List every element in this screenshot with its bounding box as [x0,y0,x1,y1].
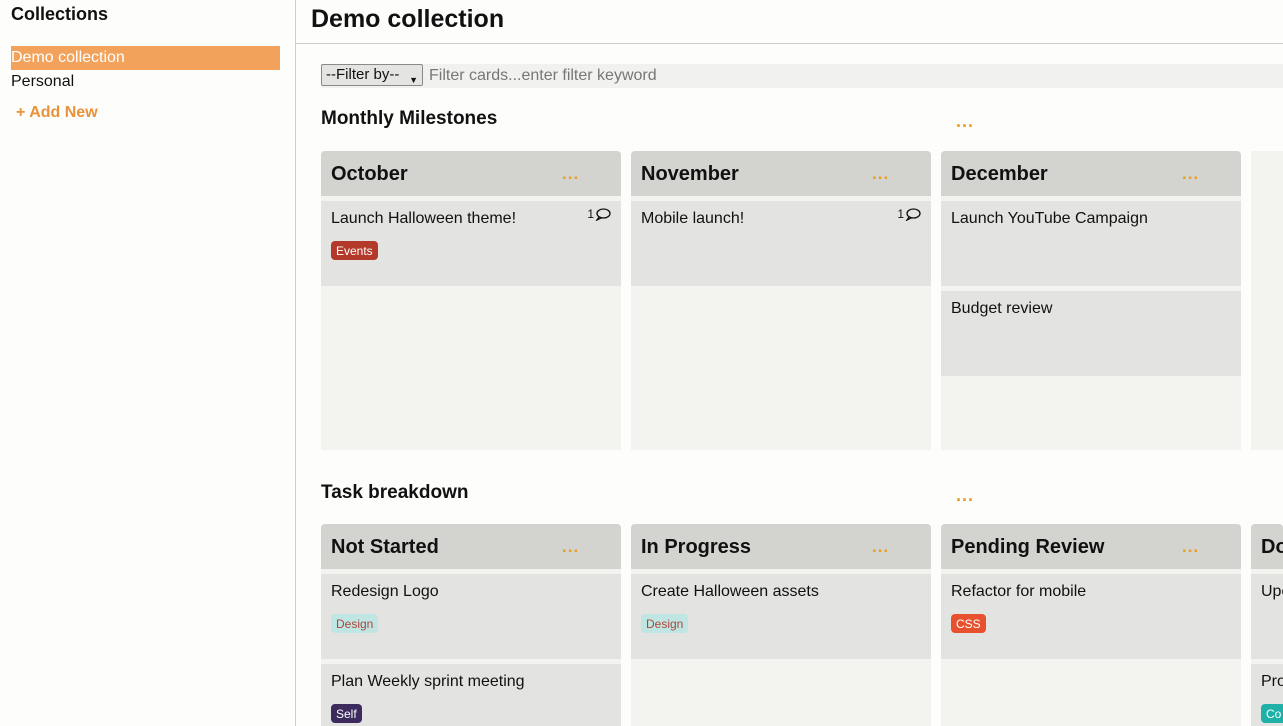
card[interactable]: Upo [1251,574,1283,659]
list-partial [1251,151,1283,450]
card[interactable]: Launch YouTube Campaign [941,201,1241,286]
list-title: November [641,163,739,185]
comment-icon [595,207,611,221]
card-label: Co [1261,704,1283,723]
list-menu-button[interactable]: ... [872,537,889,557]
sidebar-item-demo-collection[interactable]: Demo collection [11,46,280,70]
card[interactable]: Launch Halloween theme! 1 Events [321,201,621,286]
card-comment-count: 1 [897,207,921,221]
card-title: Mobile launch! [641,210,745,227]
card-label: Self [331,704,362,723]
dropdown-arrow-icon: ▼ [409,75,418,85]
card[interactable]: Budget review [941,291,1241,376]
list-header: October ... [321,151,621,196]
board-menu-button[interactable]: ... [956,111,974,132]
list-pending-review: Pending Review ... Refactor for mobile C… [941,524,1241,726]
card-title: Redesign Logo [331,583,439,600]
list-title: Not Started [331,536,439,558]
card-label: Events [331,241,378,260]
comment-count: 1 [587,207,594,221]
card-title: Refactor for mobile [951,583,1087,600]
sidebar-item-personal[interactable]: Personal [11,70,280,94]
list-menu-button[interactable]: ... [562,164,579,184]
card[interactable]: Refactor for mobile CSS [941,574,1241,659]
board-title-task-breakdown: Task breakdown [321,482,469,503]
sidebar: Collections Demo collection Personal + A… [0,0,296,726]
list-header: Do [1251,524,1283,569]
list-title: Do [1261,536,1283,558]
title-divider [296,43,1283,44]
card-label: Design [641,614,689,633]
card-title: Plan Weekly sprint meeting [331,673,525,690]
card[interactable]: Create Halloween assets Design [631,574,931,659]
comment-count: 1 [897,207,904,221]
list-menu-button[interactable]: ... [562,537,579,557]
page-title: Demo collection [311,5,505,33]
card-title: Pro [1261,673,1283,690]
list-menu-button[interactable]: ... [1182,537,1199,557]
card-comment-count: 1 [587,207,611,221]
list-november: November ... Mobile launch! 1 [631,151,931,450]
card[interactable]: Plan Weekly sprint meeting Self [321,664,621,726]
list-title: October [331,163,408,185]
board-title-monthly-milestones: Monthly Milestones [321,108,498,129]
list-header: December ... [941,151,1241,196]
list-not-started: Not Started ... Redesign Logo Design Pla… [321,524,621,726]
list-header: November ... [631,151,931,196]
filter-by-select[interactable]: --Filter by-- ▼ [321,64,423,86]
card[interactable]: Pro Co [1251,664,1283,726]
comment-icon [905,207,921,221]
list-header: Not Started ... [321,524,621,569]
filter-cards-input[interactable] [429,64,1029,88]
card-title: Launch Halloween theme! [331,210,517,227]
list-december: December ... Launch YouTube Campaign Bud… [941,151,1241,450]
sidebar-title: Collections [11,4,109,24]
list-october: October ... Launch Halloween theme! 1 Ev… [321,151,621,450]
list-title: In Progress [641,536,752,558]
list-header: Pending Review ... [941,524,1241,569]
main-area: Demo collection --Filter by-- ▼ Monthly … [296,0,1283,726]
list-done-partial: Do Upo Pro Co [1251,524,1283,726]
add-new-collection-button[interactable]: + Add New [16,104,98,122]
card[interactable]: Mobile launch! 1 [631,201,931,286]
card-label: CSS [951,614,986,633]
filter-bar: --Filter by-- ▼ [321,64,1283,88]
list-in-progress: In Progress ... Create Halloween assets … [631,524,931,726]
card-title: Budget review [951,300,1053,317]
card-title: Upo [1261,583,1283,600]
card-title: Launch YouTube Campaign [951,210,1148,227]
card[interactable]: Redesign Logo Design [321,574,621,659]
list-header: In Progress ... [631,524,931,569]
card-label: Design [331,614,379,633]
list-menu-button[interactable]: ... [1182,164,1199,184]
card-title: Create Halloween assets [641,583,819,600]
board-menu-button[interactable]: ... [956,485,974,506]
filter-by-value: --Filter by-- [326,66,400,83]
list-title: Pending Review [951,536,1105,558]
list-menu-button[interactable]: ... [872,164,889,184]
list-title: December [951,163,1048,185]
